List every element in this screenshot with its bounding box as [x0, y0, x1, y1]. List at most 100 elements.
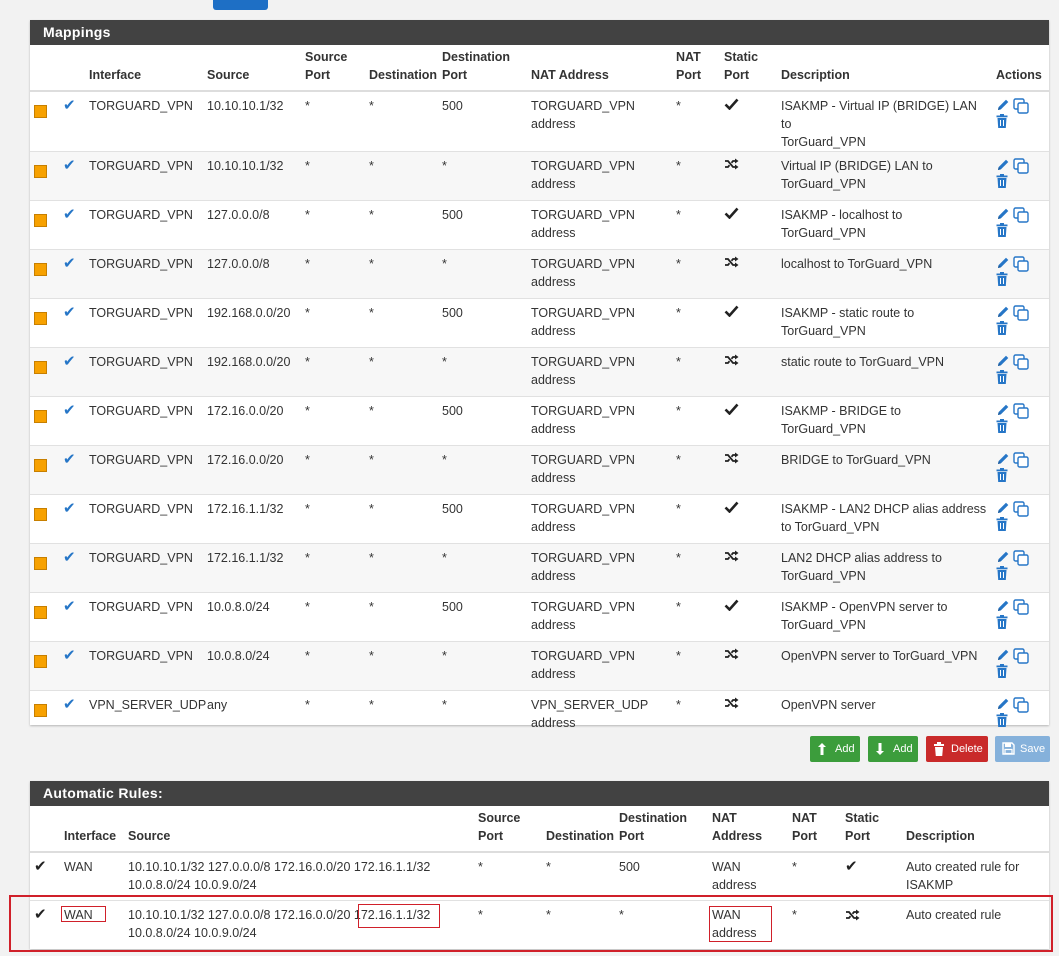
copy-icon[interactable] [1013, 648, 1030, 664]
mapping-toggle[interactable] [30, 347, 59, 397]
copy-icon[interactable] [1013, 98, 1030, 114]
copy-icon[interactable] [1013, 354, 1030, 370]
status-square-icon[interactable] [34, 105, 47, 118]
pencil-icon[interactable] [996, 697, 1010, 711]
mapping-toggle[interactable] [30, 641, 59, 691]
status-square-icon[interactable] [34, 655, 47, 668]
trash-icon[interactable] [996, 321, 1008, 335]
copy-icon[interactable] [1013, 501, 1030, 517]
status-square-icon[interactable] [34, 361, 47, 374]
mapping-toggle[interactable] [30, 543, 59, 593]
pencil-icon[interactable] [996, 256, 1010, 270]
mapping-toggle[interactable] [30, 396, 59, 446]
save-button[interactable]: Save [995, 736, 1050, 762]
enabled-check-icon: ✔ [63, 647, 76, 664]
mapping-enabled: ✔ [59, 298, 85, 348]
mapping-toggle[interactable] [30, 249, 59, 299]
mapping-source: 10.10.10.1/32 [203, 90, 301, 152]
pencil-icon[interactable] [996, 501, 1010, 515]
status-square-icon[interactable] [34, 410, 47, 423]
mapping-toggle[interactable] [30, 690, 59, 740]
mapping-destination: * [365, 445, 438, 495]
copy-icon[interactable] [1013, 305, 1030, 321]
trash-icon[interactable] [996, 370, 1008, 384]
pencil-icon[interactable] [996, 207, 1010, 221]
trash-icon[interactable] [996, 566, 1008, 580]
mapping-row[interactable]: ✔ TORGUARD_VPN 10.0.8.0/24 * * 500 TORGUARD_VP… [30, 592, 1049, 642]
trash-icon[interactable] [996, 713, 1008, 727]
pencil-icon[interactable] [996, 354, 1010, 368]
trash-icon[interactable] [996, 114, 1008, 128]
mapping-toggle[interactable] [30, 151, 59, 201]
add-top-button[interactable]: Add [810, 736, 860, 762]
col-interface: Interface [85, 45, 203, 92]
status-square-icon[interactable] [34, 214, 47, 227]
mapping-row[interactable]: ✔ TORGUARD_VPN 127.0.0.0/8 * * * TORGUARD_VPN a… [30, 249, 1049, 299]
mapping-toggle[interactable] [30, 494, 59, 544]
status-square-icon[interactable] [34, 508, 47, 521]
add-bottom-button[interactable]: Add [868, 736, 918, 762]
copy-icon[interactable] [1013, 550, 1030, 566]
pencil-icon[interactable] [996, 648, 1010, 662]
mapping-description: BRIDGE to TorGuard_VPN [777, 445, 992, 495]
trash-icon[interactable] [996, 468, 1008, 482]
mapping-destination: * [365, 151, 438, 201]
status-square-icon[interactable] [34, 263, 47, 276]
status-square-icon[interactable] [34, 606, 47, 619]
delete-button[interactable]: Delete [926, 736, 988, 762]
pencil-icon[interactable] [996, 305, 1010, 319]
status-square-icon[interactable] [34, 312, 47, 325]
mapping-source: 127.0.0.0/8 [203, 200, 301, 250]
copy-icon[interactable] [1013, 256, 1030, 272]
status-square-icon[interactable] [34, 557, 47, 570]
trash-icon[interactable] [996, 223, 1008, 237]
pencil-icon[interactable] [996, 98, 1010, 112]
mapping-destination-port: 500 [438, 396, 527, 446]
copy-icon[interactable] [1013, 207, 1030, 223]
trash-icon[interactable] [996, 517, 1008, 531]
mapping-row[interactable]: ✔ TORGUARD_VPN 127.0.0.0/8 * * 500 TORGUARD_VP… [30, 200, 1049, 250]
mapping-interface: TORGUARD_VPN [85, 151, 203, 201]
mapping-actions [992, 298, 1049, 348]
mapping-toggle[interactable] [30, 90, 59, 152]
mapping-row[interactable]: ✔ TORGUARD_VPN 172.16.0.0/20 * * * TORGUARD_VP… [30, 445, 1049, 495]
mapping-row[interactable]: ✔ VPN_SERVER_UDP any * * * VPN_SERVER_UDP addre… [30, 690, 1049, 740]
mapping-row[interactable]: ✔ TORGUARD_VPN 172.16.1.1/32 * * * TORGUARD_VP… [30, 543, 1049, 593]
trash-icon[interactable] [996, 272, 1008, 286]
mapping-row[interactable]: ✔ TORGUARD_VPN 172.16.0.0/20 * * 500 TORGUARD_… [30, 396, 1049, 446]
trash-icon[interactable] [996, 419, 1008, 433]
mapping-toggle[interactable] [30, 592, 59, 642]
mapping-row[interactable]: ✔ TORGUARD_VPN 192.168.0.0/20 * * 500 TORGUARD… [30, 298, 1049, 348]
copy-icon[interactable] [1013, 599, 1030, 615]
mapping-row[interactable]: ✔ TORGUARD_VPN 10.10.10.1/32 * * * TORGUARD_VP… [30, 151, 1049, 201]
mapping-toggle[interactable] [30, 298, 59, 348]
pencil-icon[interactable] [996, 452, 1010, 466]
trash-icon[interactable] [996, 664, 1008, 678]
copy-icon[interactable] [1013, 697, 1030, 713]
mapping-row[interactable]: ✔ TORGUARD_VPN 172.16.1.1/32 * * 500 TORGUARD_… [30, 494, 1049, 544]
copy-icon[interactable] [1013, 452, 1030, 468]
auto-col-nat-address: NAT Address [708, 806, 788, 853]
mapping-source: 172.16.0.0/20 [203, 396, 301, 446]
pencil-icon[interactable] [996, 158, 1010, 172]
pencil-icon[interactable] [996, 403, 1010, 417]
mapping-toggle[interactable] [30, 445, 59, 495]
mapping-row[interactable]: ✔ TORGUARD_VPN 10.0.8.0/24 * * * TORGUARD_VPN a… [30, 641, 1049, 691]
mapping-row[interactable]: ✔ TORGUARD_VPN 192.168.0.0/20 * * * TORGUARD_V… [30, 347, 1049, 397]
status-square-icon[interactable] [34, 459, 47, 472]
status-square-icon[interactable] [34, 704, 47, 717]
copy-icon[interactable] [1013, 158, 1030, 174]
pencil-icon[interactable] [996, 550, 1010, 564]
auto-description: Auto created rule for ISAKMP [902, 851, 1049, 900]
trash-icon[interactable] [996, 174, 1008, 188]
pencil-icon[interactable] [996, 599, 1010, 613]
mapping-row[interactable]: ✔ TORGUARD_VPN 10.10.10.1/32 * * 500 TORGUARD_… [30, 90, 1049, 152]
copy-icon[interactable] [1013, 403, 1030, 419]
top-partial-button[interactable] [213, 0, 268, 10]
status-square-icon[interactable] [34, 165, 47, 178]
mapping-interface: TORGUARD_VPN [85, 494, 203, 544]
mapping-interface: TORGUARD_VPN [85, 445, 203, 495]
mapping-toggle[interactable] [30, 200, 59, 250]
mapping-actions [992, 249, 1049, 299]
trash-icon[interactable] [996, 615, 1008, 629]
